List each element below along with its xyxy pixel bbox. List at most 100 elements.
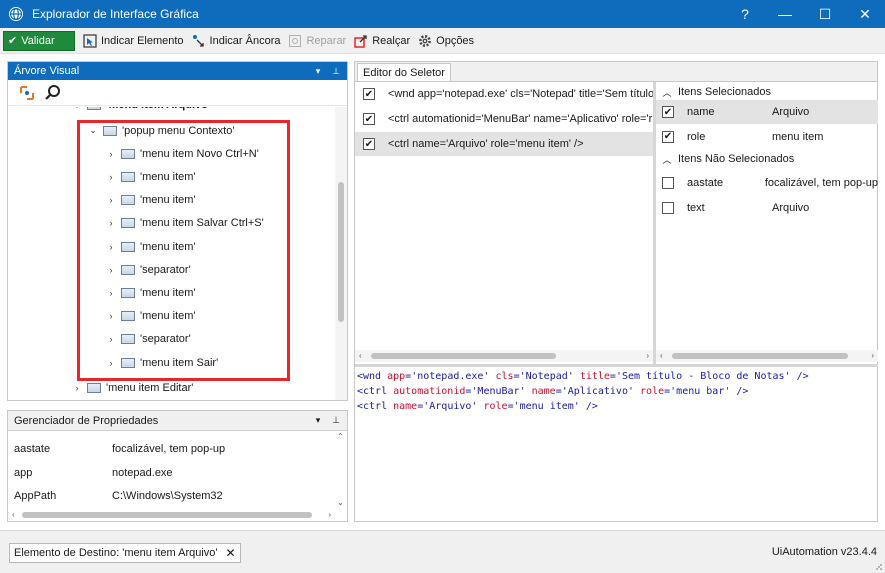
attribute-row[interactable]: ✔ name Arquivo (656, 100, 878, 124)
property-pin-icon[interactable]: ⊥ (329, 415, 343, 426)
attribute-row[interactable]: aastate focalizável, tem pop-up (656, 171, 878, 195)
refresh-icon[interactable] (18, 84, 36, 102)
property-row[interactable]: aastate focalizável, tem pop-up (14, 439, 225, 459)
tree-item[interactable]: › 'menu item Sair' (104, 351, 219, 374)
selector-xml-editor[interactable]: <wnd app='notepad.exe' cls='Notepad' tit… (357, 369, 875, 519)
selector-node-row[interactable]: ✔ <wnd app='notepad.exe' cls='Notepad' ti… (355, 82, 653, 106)
node-checkbox[interactable]: ✔ (363, 88, 375, 100)
expander-icon[interactable]: › (104, 172, 118, 182)
pin-icon[interactable]: ⊥ (329, 66, 343, 77)
attribute-hscroll-thumb[interactable] (672, 353, 848, 359)
tab-selector-editor[interactable]: Editor do Seletor (357, 63, 451, 81)
resize-grip-icon[interactable] (875, 563, 883, 571)
attribute-row[interactable]: ✔ role menu item (656, 125, 878, 149)
scroll-left-icon[interactable]: ‹ (12, 510, 15, 519)
node-checkbox[interactable]: ✔ (363, 113, 375, 125)
tree-item[interactable]: ⌄ 'popup menu Contexto' (86, 119, 234, 142)
expander-icon[interactable]: › (104, 242, 118, 252)
selector-scroll-left-icon[interactable]: ‹ (359, 351, 362, 360)
tree-item[interactable]: › 'menu item Salvar Ctrl+S' (104, 212, 264, 235)
tree-item[interactable]: › 'menu item Novo Ctrl+N' (104, 142, 259, 165)
repair-button[interactable]: Reparar (288, 34, 346, 48)
indicate-anchor-button[interactable]: Indicar Âncora (192, 34, 280, 48)
attribute-group-header[interactable]: ︿ Itens Não Selecionados (656, 149, 878, 169)
tree-item-label: 'separator' (140, 333, 191, 346)
attribute-hscroll[interactable]: ‹ › (656, 350, 878, 362)
attribute-checkbox[interactable]: ✔ (662, 106, 674, 118)
window-node-icon (121, 241, 135, 252)
expander-icon[interactable]: › (104, 358, 118, 368)
highlight-label: Realçar (372, 34, 411, 47)
tree-scroll-thumb[interactable] (338, 182, 344, 322)
expander-icon[interactable]: › (70, 383, 84, 393)
expander-icon[interactable]: › (104, 149, 118, 159)
tree-item[interactable]: › 'menu item' (104, 235, 196, 258)
scroll-right-icon[interactable]: › (328, 510, 331, 519)
window-node-icon (121, 287, 135, 298)
attribute-group-header[interactable]: ︿ Itens Selecionados (656, 82, 878, 102)
minimize-button[interactable]: — (765, 0, 805, 28)
selector-node-row[interactable]: ✔ <ctrl name='Arquivo' role='menu item' /… (355, 132, 653, 156)
selector-editor-panel: Editor do Seletor ✔ <wnd app='notepad.exe… (354, 61, 878, 522)
validate-button[interactable]: ✔ Validar (3, 30, 75, 51)
attribute-scroll-right-icon[interactable]: › (871, 351, 874, 360)
tree-item[interactable]: › 'separator' (104, 258, 191, 281)
repair-label: Reparar (306, 34, 347, 47)
maximize-button[interactable]: ☐ (805, 0, 845, 28)
property-row[interactable]: AppPath C:\Windows\System32 (14, 486, 223, 506)
tree-item[interactable]: › 'menu item' (104, 305, 196, 328)
expander-icon[interactable]: ⌄ (86, 125, 100, 136)
scroll-up-icon[interactable]: ⌃ (337, 432, 344, 441)
collapse-caret-icon[interactable]: ︿ (656, 153, 678, 166)
expander-icon[interactable]: › (104, 311, 118, 321)
expander-icon[interactable]: › (104, 334, 118, 344)
highlight-button[interactable]: Realçar (354, 34, 410, 48)
tree-item[interactable]: › 'menu item' (104, 165, 196, 188)
expander-icon[interactable]: ▼ (70, 107, 84, 110)
property-horizontal-scrollbar[interactable]: ‹ › (8, 509, 335, 521)
tree-tools (8, 80, 347, 106)
clear-target-icon[interactable]: ✕ (222, 546, 240, 560)
tree-vertical-scrollbar[interactable] (335, 107, 347, 400)
attribute-scroll-left-icon[interactable]: ‹ (660, 351, 663, 360)
selector-hscroll-thumb[interactable] (371, 353, 556, 359)
visual-tree-panel: Árvore Visual ▾ ⊥ ▼ 'menu item Arquivo' ⌄ '… (7, 61, 348, 401)
tree-item[interactable]: › 'menu item' (104, 189, 196, 212)
attribute-row[interactable]: text Arquivo (656, 196, 878, 220)
property-dropdown-icon[interactable]: ▾ (311, 415, 325, 426)
collapse-caret-icon[interactable]: ︿ (656, 86, 678, 99)
dropdown-icon[interactable]: ▾ (311, 66, 325, 77)
attribute-checkbox[interactable] (662, 201, 674, 214)
property-hscroll-thumb[interactable] (22, 512, 312, 518)
property-row[interactable]: app notepad.exe (14, 463, 173, 483)
xml-attribute-value: 'notepad.exe' (411, 371, 496, 382)
selector-scroll-right-icon[interactable]: › (646, 351, 649, 360)
scroll-down-icon[interactable]: ⌄ (337, 498, 344, 507)
anchor-icon (192, 34, 204, 47)
attribute-checkbox[interactable]: ✔ (662, 130, 674, 143)
window-node-icon (121, 264, 135, 275)
horizontal-splitter[interactable] (355, 364, 878, 367)
help-button[interactable]: ? (725, 0, 765, 28)
tree-item-label: 'menu item Salvar Ctrl+S' (140, 217, 264, 230)
expander-icon[interactable]: › (104, 218, 118, 228)
close-window-button[interactable]: ✕ (845, 0, 885, 28)
expander-icon[interactable]: › (104, 288, 118, 298)
node-checkbox[interactable]: ✔ (363, 138, 375, 150)
expander-icon[interactable]: › (104, 265, 118, 275)
indicate-element-icon (83, 33, 97, 48)
attribute-checkbox[interactable] (662, 177, 674, 189)
tree-item[interactable]: ▼ 'menu item Arquivo' (70, 107, 210, 116)
options-button[interactable]: Opções (418, 34, 474, 48)
tree-item[interactable]: › 'menu item' (104, 281, 196, 304)
property-value: C:\Windows\System32 (112, 490, 223, 502)
property-vertical-scrollbar[interactable]: ⌃ ⌄ (335, 432, 347, 507)
selector-hscroll[interactable]: ‹ › (355, 350, 653, 362)
indicate-element-button[interactable]: Indicar Elemento (83, 33, 184, 48)
expander-icon[interactable]: › (104, 195, 118, 205)
tree-item-label: 'menu item' (140, 240, 196, 253)
search-icon[interactable] (44, 84, 62, 102)
tree-item[interactable]: › 'menu item Editar' (70, 376, 194, 399)
selector-node-row[interactable]: ✔ <ctrl automationid='MenuBar' name='Apli… (355, 107, 653, 131)
tree-item[interactable]: › 'separator' (104, 328, 191, 351)
